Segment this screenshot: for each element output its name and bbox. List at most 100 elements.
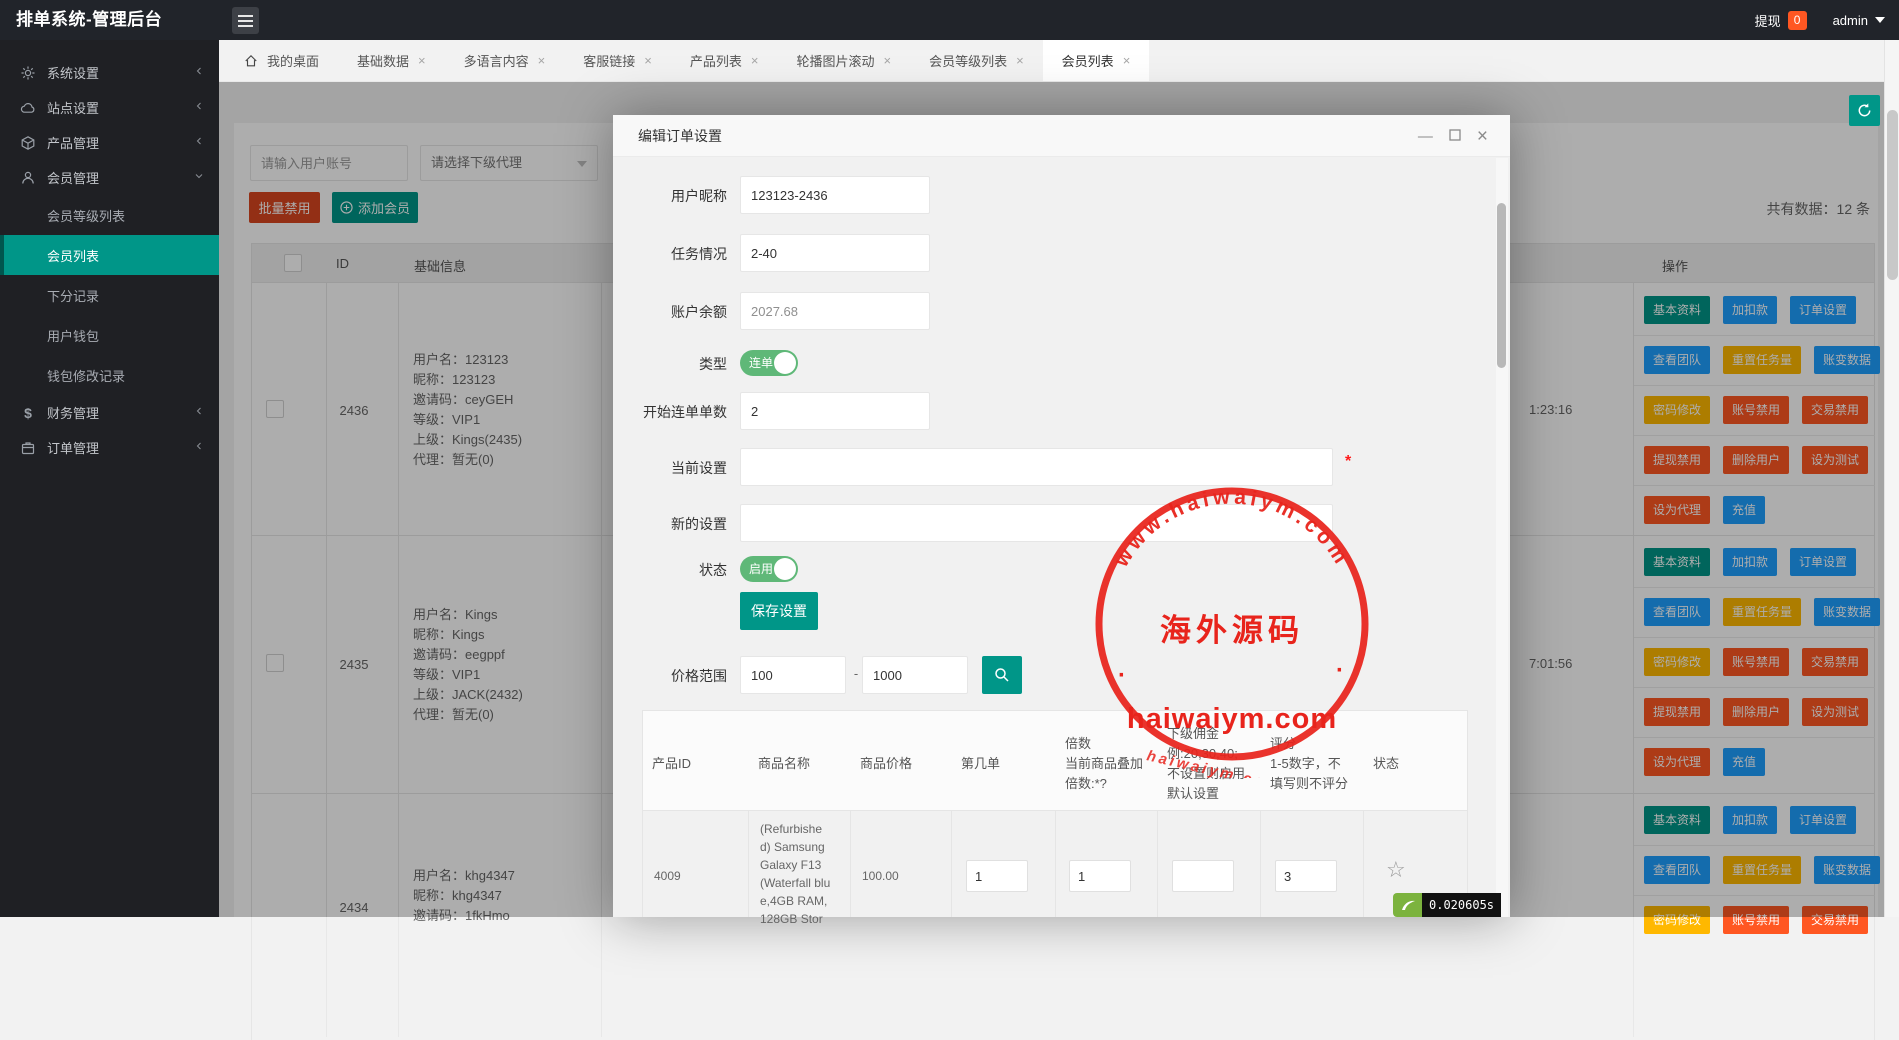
field-label-开始连单单数: 开始连单单数 [613,402,727,422]
watermark-dot: · [1118,662,1126,689]
field-input-当前设置[interactable] [740,448,1333,486]
sidebar-item-订单管理[interactable]: 订单管理 [0,430,219,465]
toggle-状态[interactable]: 启用 [740,556,798,582]
top-bar: 排单系统-管理后台 提现 0 admin [0,0,1899,40]
product-name-cell: (Waterfall blu [760,874,830,892]
sidebar-item-系统设置[interactable]: 系统设置 [0,55,219,90]
tab-会员等级列表[interactable]: 会员等级列表× [910,40,1043,81]
field-label-任务情况: 任务情况 [613,244,727,264]
close-icon[interactable]: × [751,54,759,67]
field-input-用户昵称[interactable] [740,176,930,214]
toggle-knob [774,352,796,374]
sidebar-item-下分记录[interactable]: 下分记录 [0,275,219,315]
home-icon [244,54,258,68]
dollar-icon: $ [20,405,36,421]
product-id-cell: 4009 [654,867,681,885]
price-range-separator: - [852,666,860,681]
username: admin [1833,13,1868,28]
debug-timer[interactable]: 0.020605s [1393,893,1501,917]
sidebar-item-钱包修改记录[interactable]: 钱包修改记录 [0,355,219,395]
sidebar-item-财务管理[interactable]: $财务管理 [0,395,219,430]
field-input-账户余额[interactable] [740,292,930,330]
search-icon [994,667,1010,683]
chevron-left-icon [193,405,205,420]
save-settings-button[interactable]: 保存设置 [740,592,818,630]
product-column-header: 商品价格 [850,710,951,810]
price-from-input[interactable] [740,656,846,694]
commission-input[interactable] [1172,860,1234,892]
field-input-任务情况[interactable] [740,234,930,272]
withdraw-indicator[interactable]: 提现 0 [1755,11,1807,30]
close-icon[interactable]: × [1016,54,1024,67]
sidebar-item-会员管理[interactable]: 会员管理 [0,160,219,195]
close-icon[interactable]: × [1123,54,1131,67]
chevron-down-icon [1875,17,1885,23]
sidebar-item-用户钱包[interactable]: 用户钱包 [0,315,219,355]
scrollbar-thumb[interactable] [1497,203,1506,368]
product-name-cell: e,4GB RAM, [760,892,827,910]
tab-轮播图片滚动[interactable]: 轮播图片滚动× [777,40,910,81]
modal-scrollbar[interactable] [1496,158,1508,917]
product-column-header: 下级佣金 例:20,30,40; 不设置则启用 默认设置 [1157,710,1260,810]
field-label-新的设置: 新的设置 [613,514,727,534]
price-to-input[interactable] [862,656,968,694]
withdraw-label: 提现 [1755,11,1781,30]
close-icon[interactable]: × [1477,127,1488,146]
table-border [1467,710,1468,917]
price-search-button[interactable] [982,656,1022,694]
chevron-left-icon [193,135,205,150]
user-menu[interactable]: admin [1833,13,1885,28]
page-scrollbar[interactable] [1884,40,1899,917]
field-input-新的设置[interactable] [740,504,1333,542]
thinkphp-icon [1393,893,1422,917]
refresh-icon [1856,102,1873,119]
tab-客服链接[interactable]: 客服链接× [564,40,671,81]
watermark-cn-text: 海外源码 [1160,613,1304,649]
chevron-down-icon [193,170,205,185]
field-input-开始连单单数[interactable] [740,392,930,430]
tab-home[interactable]: 我的桌面 [225,40,338,81]
star-icon[interactable]: ☆ [1386,857,1406,883]
breadcrumb-tabs: 我的桌面基础数据×多语言内容×客服链接×产品列表×轮播图片滚动×会员等级列表×会… [219,40,1884,82]
field-label-用户昵称: 用户昵称 [613,186,727,206]
order-icon [20,440,36,456]
field-label-当前设置: 当前设置 [613,458,727,478]
chevron-left-icon [193,100,205,115]
modal-title: 编辑订单设置 [638,115,722,157]
sidebar-item-站点设置[interactable]: 站点设置 [0,90,219,125]
minimize-icon[interactable]: — [1418,129,1433,144]
tab-产品列表[interactable]: 产品列表× [671,40,778,81]
tab-会员列表[interactable]: 会员列表× [1043,40,1150,81]
app-title: 排单系统-管理后台 [16,0,162,40]
sidebar: 系统设置站点设置产品管理会员管理会员等级列表会员列表下分记录用户钱包钱包修改记录… [0,40,219,917]
chevron-left-icon [193,440,205,455]
multiple-input[interactable] [1069,860,1131,892]
close-icon[interactable]: × [883,54,891,67]
close-icon[interactable]: × [644,54,652,67]
sidebar-item-产品管理[interactable]: 产品管理 [0,125,219,160]
tab-基础数据[interactable]: 基础数据× [338,40,445,81]
cloud-icon [20,100,36,116]
hamburger-menu-icon[interactable] [232,7,259,34]
sidebar-item-会员等级列表[interactable]: 会员等级列表 [0,195,219,235]
maximize-icon[interactable] [1449,129,1461,144]
tab-多语言内容[interactable]: 多语言内容× [445,40,565,81]
score-input[interactable] [1275,860,1337,892]
required-mark: * [1345,453,1351,471]
close-icon[interactable]: × [538,54,546,67]
product-column-header: 倍数 当前商品叠加 倍数:*? [1055,710,1157,810]
field-label-类型: 类型 [613,354,727,374]
field-label-账户余额: 账户余额 [613,302,727,322]
product-column-header: 评分 1-5数字，不 填写则不评分 [1260,710,1363,810]
cube-icon [20,135,36,151]
close-icon[interactable]: × [418,54,426,67]
scrollbar-thumb[interactable] [1887,110,1898,280]
refresh-button[interactable] [1849,95,1880,126]
toggle-类型[interactable]: 连单 [740,350,798,376]
product-column-header: 商品名称 [748,710,850,810]
gear-icon [20,65,36,81]
order_no-input[interactable] [966,860,1028,892]
sidebar-item-会员列表[interactable]: 会员列表 [0,235,219,275]
product-column-header: 产品ID [642,710,748,810]
modal-header: 编辑订单设置 — × [613,115,1510,157]
